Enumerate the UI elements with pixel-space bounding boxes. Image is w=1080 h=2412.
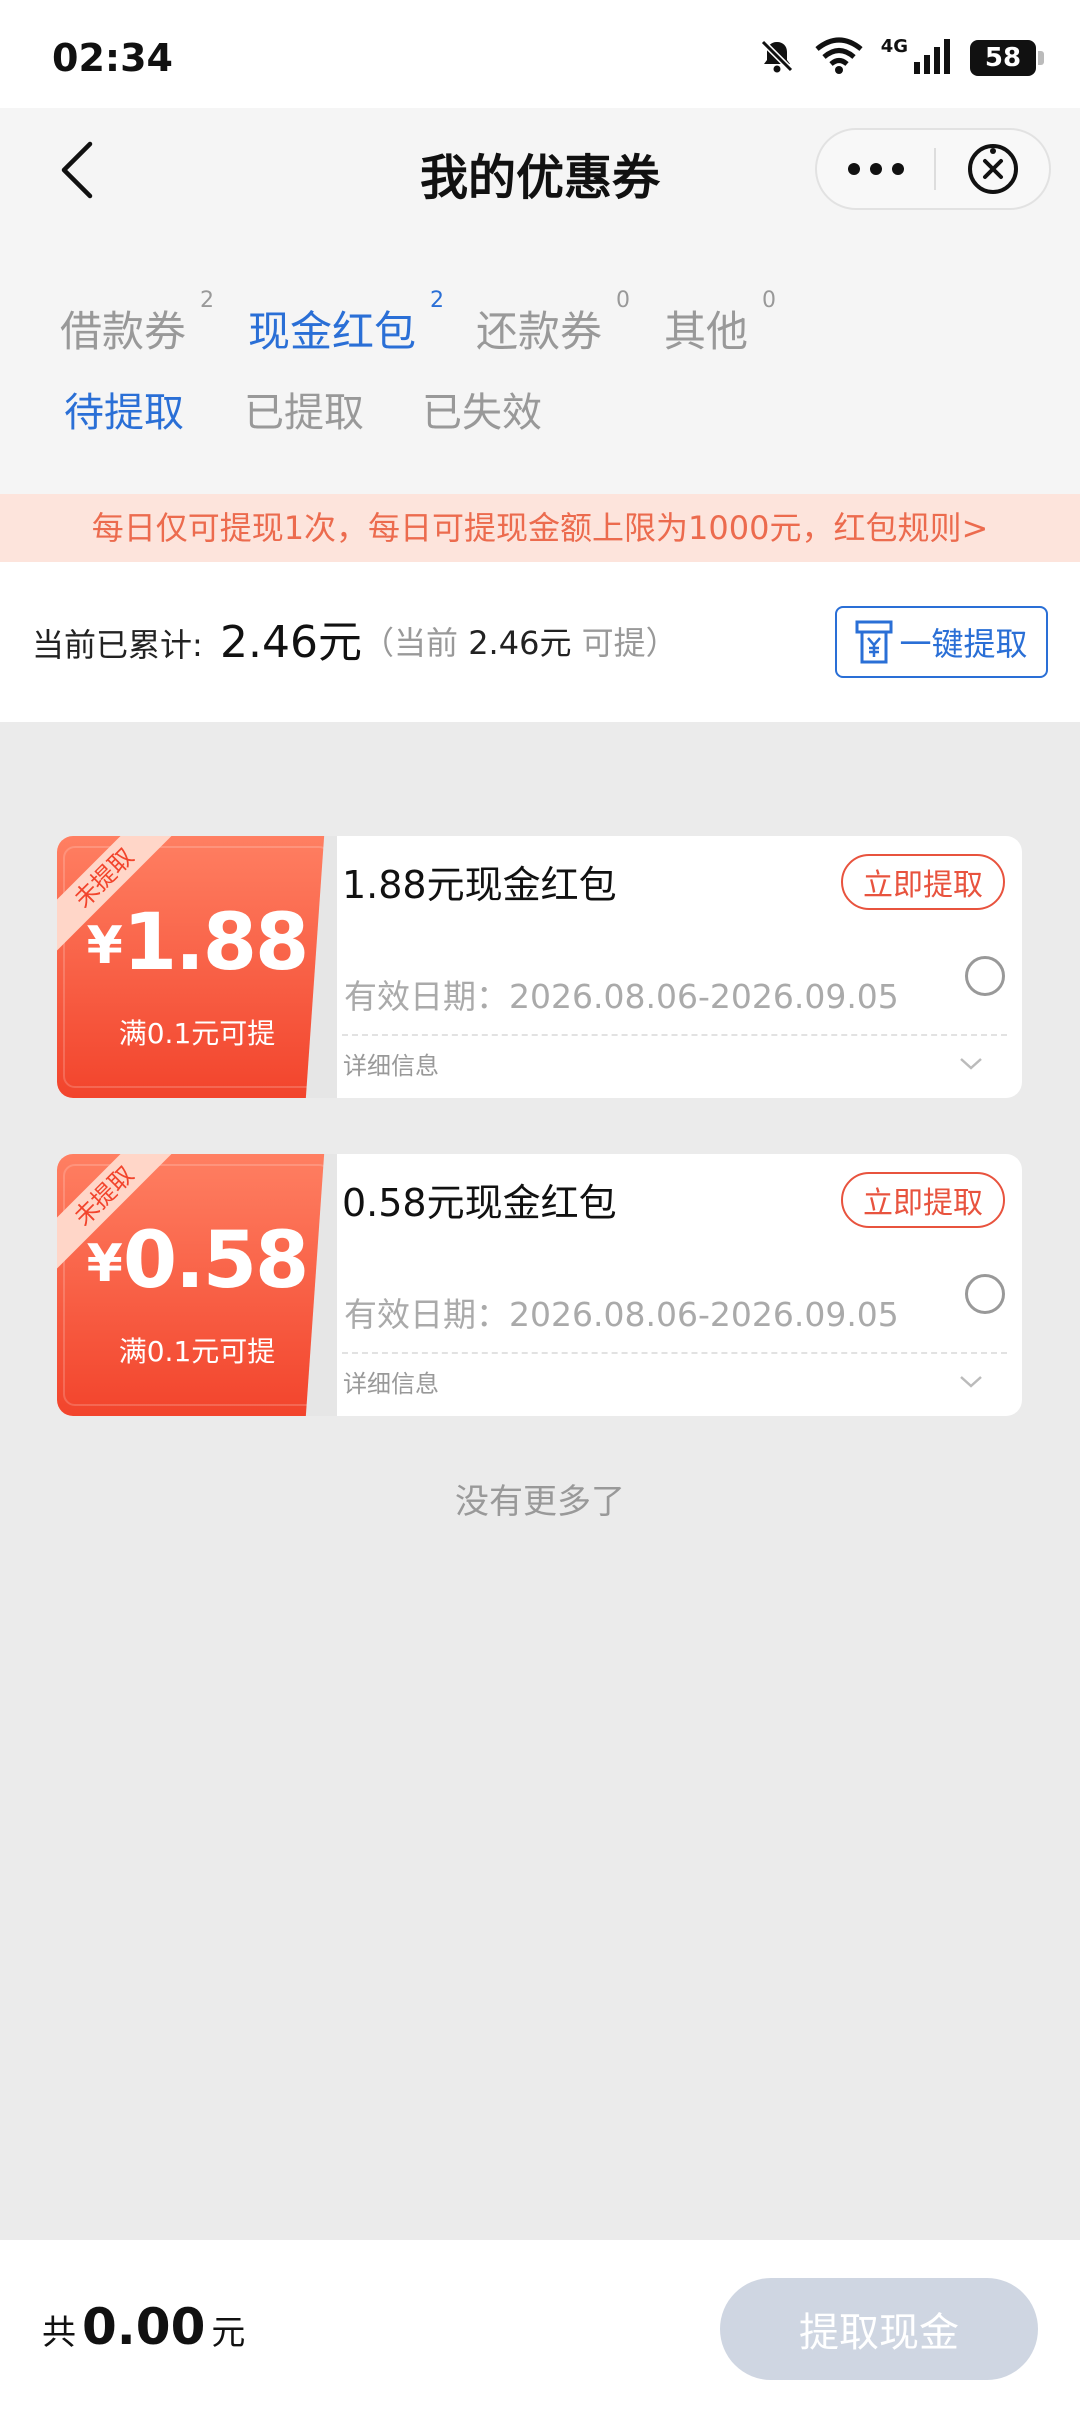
coupon-validity: 有效日期：2026.08.06-2026.09.05 <box>344 1295 899 1334</box>
network-type: 4G <box>880 35 908 57</box>
battery-icon: 58 <box>970 40 1044 76</box>
more-dots-icon <box>847 163 904 175</box>
chevron-down-icon[interactable] <box>957 1372 985 1392</box>
tab-label: 现金红包 <box>248 307 417 356</box>
end-of-list-text: 没有更多了 <box>455 1482 625 1522</box>
currency-symbol: ¥ <box>86 916 123 976</box>
coupon-condition: 满0.1元可提 <box>118 1017 276 1050</box>
subtab-pending[interactable]: 待提取 <box>64 380 184 438</box>
close-button[interactable] <box>936 130 1049 208</box>
tab-other[interactable]: 其他 0 <box>664 288 776 359</box>
coupon-title: 1.88元现金红包 <box>342 863 617 907</box>
summary-bar: 当前已累计: 2.46元 （当前 2.46元 可提） 一键提取 <box>0 562 1080 722</box>
summary-note-suffix: 可提） <box>581 624 678 662</box>
selected-total: 共 0.00 元 <box>42 2298 245 2356</box>
select-radio[interactable] <box>965 956 1005 996</box>
page-header: 我的优惠券 借款券 2 现金红包 2 还款券 0 其他 0 待提取 已提取 已失… <box>0 108 1080 500</box>
coupon-card: 未提取 ¥0.58 满0.1元可提 0.58元现金红包 立即提取 有效日期：20… <box>57 1154 1022 1416</box>
bottom-action-bar: 共 0.00 元 提取现金 <box>0 2240 1080 2412</box>
mute-bell-icon <box>757 36 797 80</box>
claim-now-button[interactable]: 立即提取 <box>841 854 1005 910</box>
withdraw-all-label: 一键提取 <box>899 625 1028 663</box>
subtab-withdrawn[interactable]: 已提取 <box>244 380 364 438</box>
summary-note-prefix: （当前 <box>362 624 459 662</box>
coupon-validity: 有效日期：2026.08.06-2026.09.05 <box>344 977 899 1016</box>
select-radio[interactable] <box>965 1274 1005 1314</box>
tab-loan-coupon[interactable]: 借款券 2 <box>60 288 214 359</box>
close-circle-icon <box>967 144 1018 194</box>
tab-count: 2 <box>200 288 215 313</box>
summary-note: （当前 2.46元 可提） <box>362 618 678 664</box>
rules-notice[interactable]: 每日仅可提现1次，每日可提现金额上限为1000元，红包规则> <box>0 494 1080 562</box>
summary-note-value: 2.46元 <box>468 624 572 662</box>
withdraw-cash-button[interactable]: 提取现金 <box>720 2278 1038 2380</box>
withdraw-receipt-icon <box>855 620 893 664</box>
coupon-value-panel: 未提取 ¥0.58 满0.1元可提 <box>57 1154 337 1416</box>
total-value: 0.00 <box>82 2298 206 2356</box>
status-icons: 4G 58 <box>757 35 1044 80</box>
amount-value: 1.88 <box>122 898 309 988</box>
tab-cash-red-packet[interactable]: 现金红包 2 <box>248 288 444 359</box>
coupon-title: 0.58元现金红包 <box>342 1181 617 1225</box>
summary-value: 2.46元 <box>220 617 362 668</box>
mini-program-capsule <box>815 128 1051 210</box>
tab-count: 0 <box>616 288 631 313</box>
tab-repay-coupon[interactable]: 还款券 0 <box>476 288 630 359</box>
tab-count: 2 <box>430 288 445 313</box>
tab-count: 0 <box>762 288 777 313</box>
currency-symbol: ¥ <box>86 1234 123 1294</box>
amount-value: 0.58 <box>122 1216 309 1306</box>
wifi-icon <box>815 37 863 79</box>
dashed-divider <box>342 1352 1007 1354</box>
claim-now-button[interactable]: 立即提取 <box>841 1172 1005 1228</box>
coupon-value-panel: 未提取 ¥1.88 满0.1元可提 <box>57 836 337 1098</box>
tab-label: 其他 <box>664 307 749 356</box>
status-bar: 02:34 4G 58 <box>0 0 1080 108</box>
signal-icon <box>912 38 952 78</box>
coupon-amount: ¥1.88 <box>57 898 337 988</box>
status-time: 02:34 <box>52 36 173 80</box>
dashed-divider <box>342 1034 1007 1036</box>
withdraw-all-button[interactable]: 一键提取 <box>835 606 1048 678</box>
tab-label: 借款券 <box>60 307 187 356</box>
coupon-card: 未提取 ¥1.88 满0.1元可提 1.88元现金红包 立即提取 有效日期：20… <box>57 836 1022 1098</box>
total-prefix: 共 <box>42 2313 76 2353</box>
detail-toggle[interactable]: 详细信息 <box>343 1364 439 1399</box>
chevron-down-icon[interactable] <box>957 1054 985 1074</box>
coupon-amount: ¥0.58 <box>57 1216 337 1306</box>
coupon-condition: 满0.1元可提 <box>118 1335 276 1368</box>
summary-label: 当前已累计: <box>32 626 203 664</box>
more-button[interactable] <box>817 130 934 208</box>
tab-label: 还款券 <box>476 307 603 356</box>
detail-toggle[interactable]: 详细信息 <box>343 1046 439 1081</box>
total-unit: 元 <box>211 2313 246 2353</box>
subtab-expired[interactable]: 已失效 <box>422 380 542 438</box>
